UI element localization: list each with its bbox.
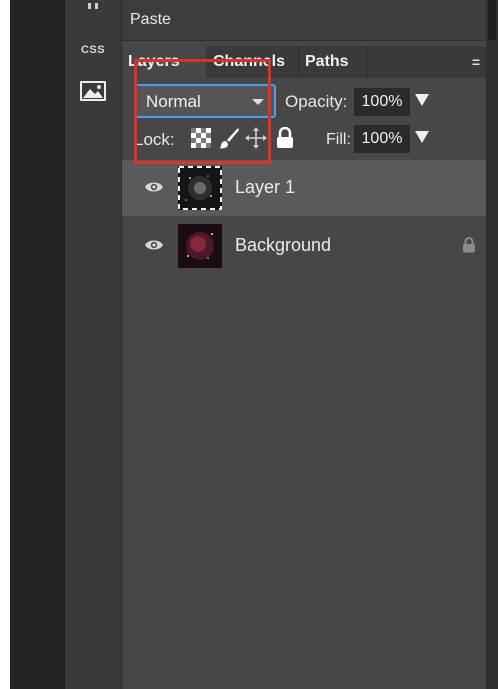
lock-icon [462, 237, 476, 258]
tab-paths[interactable]: Paths [298, 46, 368, 78]
scrollbar[interactable] [488, 0, 496, 40]
paste-menu-item[interactable]: Paste [122, 0, 486, 41]
fill-input[interactable]: 100% [354, 125, 410, 153]
transparency-lock-icon[interactable] [188, 124, 214, 152]
tool-strip: CSS [65, 0, 122, 689]
fill-dropdown-icon[interactable] [415, 131, 429, 143]
opacity-dropdown-icon[interactable] [415, 94, 429, 106]
layer-name: Layer 1 [235, 177, 296, 197]
tab-channels[interactable]: Channels [207, 46, 297, 78]
css-label: CSS [80, 44, 106, 56]
blend-mode-select[interactable]: Normal [134, 84, 276, 118]
paste-label: Paste [130, 11, 171, 28]
eye-icon[interactable] [144, 238, 164, 257]
fill-label: Fill: [326, 131, 351, 148]
css-button[interactable]: CSS [65, 40, 121, 60]
panel-menu-icon[interactable]: = [472, 54, 480, 70]
blend-mode-value: Normal [146, 92, 201, 111]
layer-row-layer-1[interactable]: Layer 1 [122, 160, 486, 216]
tool-partial-icon[interactable] [65, 0, 121, 14]
panel-tabs: Layers Channels Paths = [122, 46, 486, 78]
layer-thumbnail [178, 166, 222, 210]
tab-layers[interactable]: Layers [122, 46, 206, 78]
lock-label: Lock: [134, 130, 175, 149]
image-icon [80, 81, 106, 101]
chevron-down-icon [252, 99, 264, 105]
image-button[interactable] [65, 78, 121, 104]
move-lock-icon[interactable] [243, 124, 269, 152]
right-edge [486, 0, 498, 689]
eye-icon[interactable] [144, 180, 164, 199]
layer-row-background[interactable]: Background [122, 218, 486, 274]
opacity-input[interactable]: 100% [354, 88, 410, 116]
app-frame: CSS Paste Layers Channels Paths = Normal [10, 0, 498, 689]
padlock-icon[interactable] [272, 124, 298, 152]
brush-lock-icon[interactable] [216, 124, 242, 152]
layer-controls: Normal Opacity: 100% Lock: Fill: 100% [122, 80, 486, 160]
layer-name: Background [235, 235, 332, 255]
layers-panel: Paste Layers Channels Paths = Normal Opa… [122, 0, 486, 689]
opacity-label: Opacity: [285, 92, 348, 111]
layer-thumbnail [178, 224, 222, 268]
left-sidebar [10, 0, 65, 689]
